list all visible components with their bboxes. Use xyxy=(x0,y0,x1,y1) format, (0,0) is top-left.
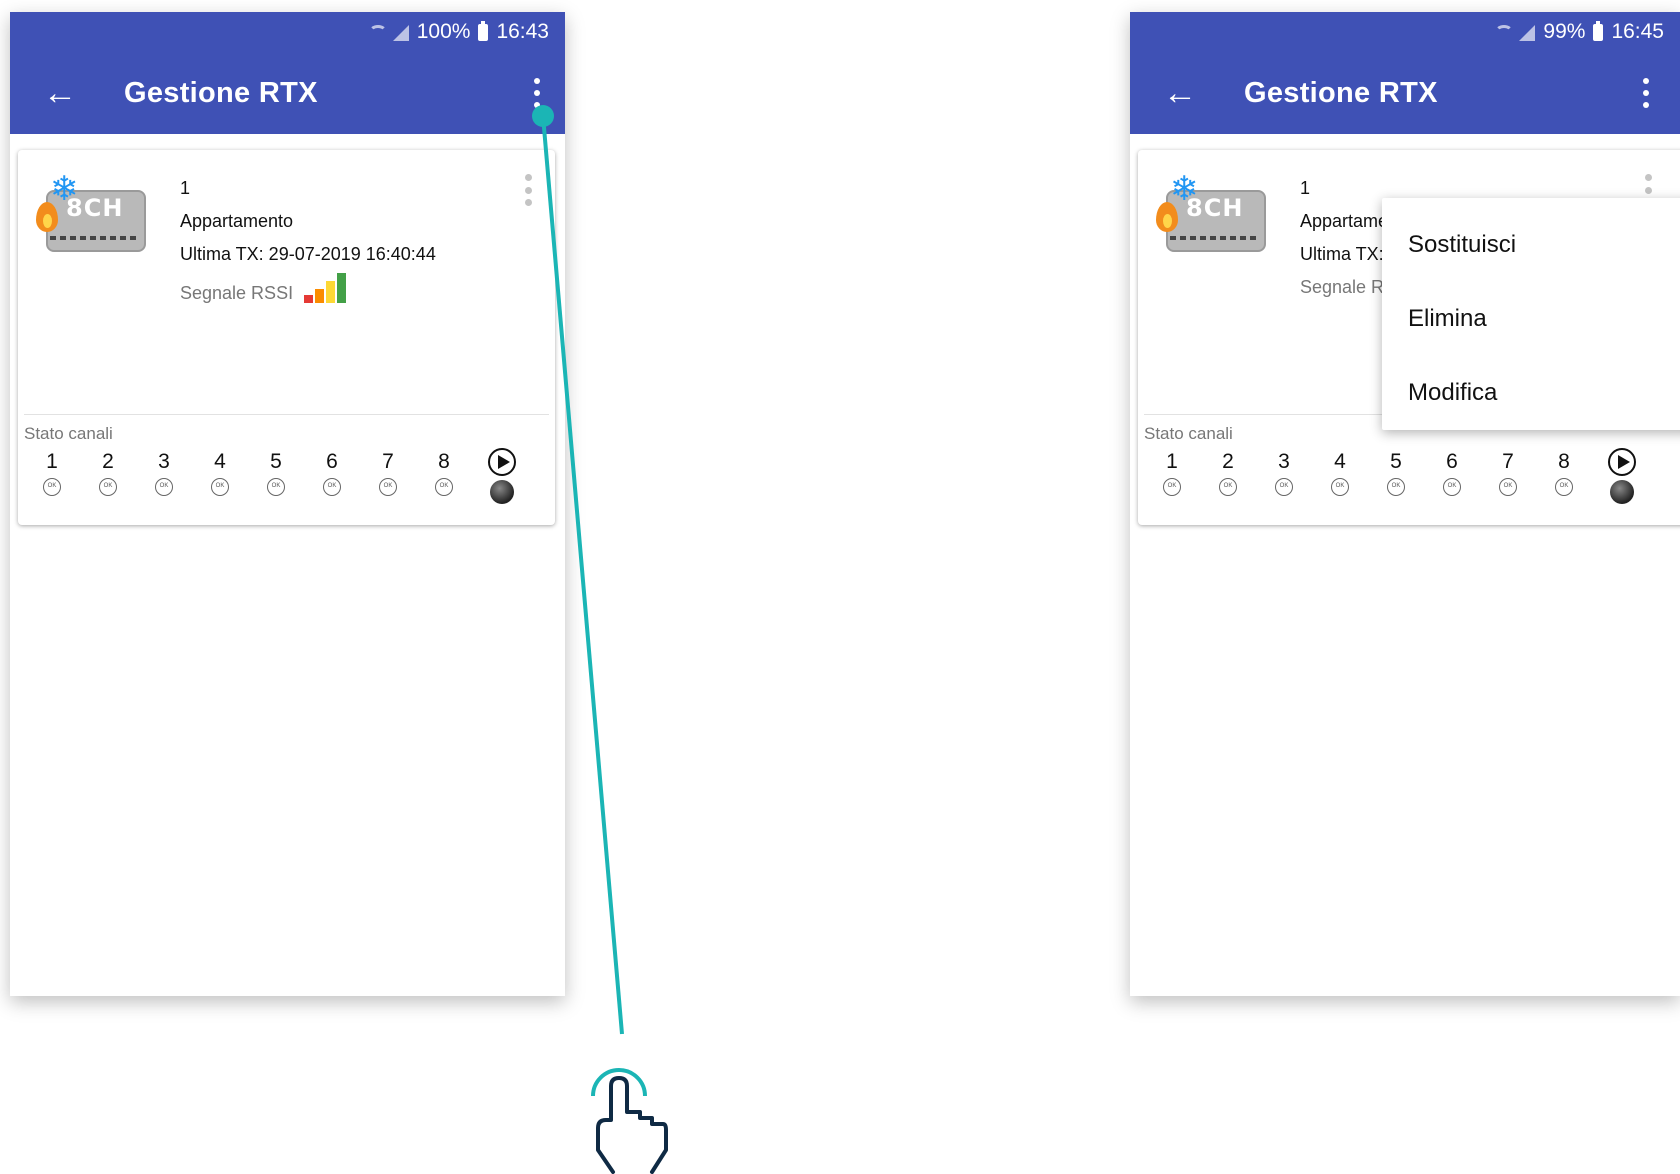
tap-indicator xyxy=(532,105,668,1174)
tap-connector-line xyxy=(541,115,624,1035)
tap-hand-icon xyxy=(591,1068,668,1174)
tap-point xyxy=(532,105,554,127)
